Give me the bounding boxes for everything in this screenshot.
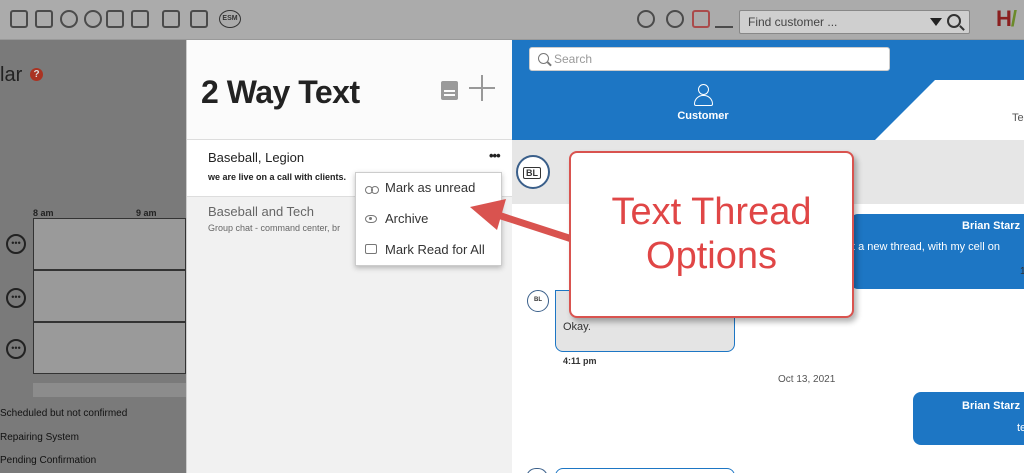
tab-customer[interactable]: Customer (658, 84, 748, 129)
message-sender: Brian Starz (962, 400, 1021, 412)
calendar-scrollbar[interactable] (33, 383, 186, 397)
chat-search-box (529, 47, 890, 71)
chart-icon[interactable] (190, 10, 208, 28)
search-list-icon[interactable] (10, 10, 28, 28)
callout-line: Text Thread (611, 191, 812, 233)
chat-search-input[interactable] (554, 49, 884, 69)
binoculars-icon (365, 182, 379, 194)
menu-item-label: Mark as unread (385, 180, 476, 195)
callout-text: Text Thread Options (571, 190, 852, 278)
legend-item: Pending Confirmation (0, 455, 97, 466)
menu-item-label: Archive (385, 211, 429, 226)
search-doc-icon[interactable] (35, 10, 53, 28)
thread-name: Baseball and Tech (208, 204, 315, 219)
chat-header: Customer (512, 40, 1024, 140)
avatar (526, 468, 548, 473)
eye-icon (365, 215, 377, 223)
tab-label: Customer (677, 110, 729, 122)
chevron-down-icon[interactable] (930, 18, 942, 26)
menu-item-mark-unread[interactable]: Mark as unread (356, 173, 501, 203)
share-icon[interactable] (692, 10, 710, 28)
help-icon[interactable]: ? (30, 68, 43, 81)
chat-icon[interactable] (637, 10, 655, 28)
time-label: 9 am (136, 208, 157, 218)
chat-bubble-icon[interactable]: ••• (6, 288, 26, 308)
chat-bubble-icon[interactable]: ••• (6, 339, 26, 359)
find-customer-box (739, 10, 970, 34)
add-user-icon[interactable] (84, 10, 102, 28)
plus-icon[interactable] (469, 75, 495, 101)
legend-item: Scheduled but not confirmed (0, 408, 128, 419)
legend-item: Repairing System (0, 432, 79, 443)
search-icon (538, 53, 549, 64)
brand-logo: H/ (996, 6, 1017, 31)
edit-icon[interactable] (715, 10, 733, 28)
calendar-row[interactable] (33, 270, 186, 322)
calendar-title: lar (0, 64, 23, 86)
find-customer-input[interactable] (740, 11, 920, 33)
callout-line: Options (646, 235, 777, 277)
message-body: te (1017, 422, 1024, 434)
user-icon (694, 84, 713, 106)
more-options-icon[interactable]: ••• (489, 148, 501, 163)
read-all-icon (365, 244, 377, 254)
time-label: 8 am (33, 208, 54, 218)
message-time: 1 (1020, 266, 1024, 277)
thread-options-menu: Mark as unread Archive Mark Read for All (355, 172, 502, 266)
message-sender: Brian Starz (962, 220, 1021, 232)
avatar[interactable]: BL (516, 155, 550, 189)
message-body: t a new thread, with my cell on (852, 241, 1000, 253)
tab-label: Te (1012, 112, 1024, 124)
calendar-grid: ••• ••• ••• (0, 218, 186, 378)
page-title: 2 Way Text (201, 74, 360, 110)
date-separator: Oct 13, 2021 (778, 374, 836, 385)
message-body: Okay. (563, 321, 591, 333)
thread-preview: Group chat - command center, br (208, 223, 341, 233)
top-toolbar: ESM H/ (0, 0, 1024, 40)
invoice-icon[interactable] (131, 10, 149, 28)
panel-header: 2 Way Text (187, 40, 513, 140)
annotation-callout: Text Thread Options (569, 151, 854, 318)
menu-item-archive[interactable]: Archive (356, 204, 501, 234)
avatar-initials: BL (523, 167, 541, 179)
avatar: BL (527, 290, 549, 312)
menu-item-label: Mark Read for All (385, 242, 485, 257)
calendar-row[interactable] (33, 218, 186, 270)
thread-preview: we are live on a call with clients. (208, 172, 347, 182)
sync-icon[interactable] (60, 10, 78, 28)
message-outgoing: Brian Starz t a new thread, with my cell… (850, 214, 1024, 289)
copy-icon[interactable] (106, 10, 124, 28)
esm-icon[interactable]: ESM (219, 10, 241, 28)
message-outgoing: Brian Starz te (913, 392, 1024, 445)
calendar-row[interactable] (33, 322, 186, 374)
message-time: 4:11 pm (563, 356, 597, 366)
calendar-add-icon[interactable] (162, 10, 180, 28)
history-icon[interactable] (666, 10, 684, 28)
thread-name: Baseball, Legion (208, 150, 305, 165)
chat-bubble-icon[interactable]: ••• (6, 234, 26, 254)
archive-icon[interactable] (441, 81, 458, 100)
message-incoming (555, 468, 735, 473)
search-icon[interactable] (947, 14, 961, 28)
tab-technician[interactable] (875, 80, 1024, 140)
menu-item-mark-read-all[interactable]: Mark Read for All (356, 235, 501, 265)
